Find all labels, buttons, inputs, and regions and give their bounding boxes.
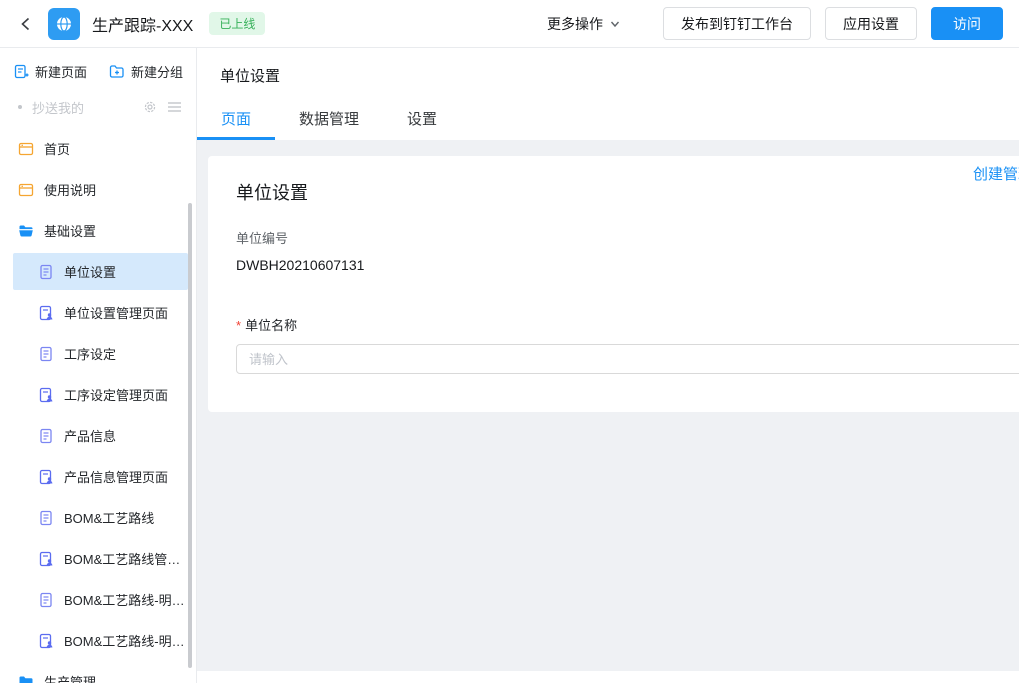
doc-icon (38, 510, 54, 526)
unit-code-value: DWBH20210607131 (236, 257, 365, 273)
gear-icon[interactable] (143, 100, 157, 114)
unit-name-input[interactable] (236, 344, 1019, 374)
doc-person-icon (38, 633, 54, 649)
page-orange-icon (18, 182, 34, 198)
app-header: 生产跟踪-XXX 已上线 更多操作 发布到钉钉工作台 应用设置 访问 (0, 0, 1019, 48)
sidebar-item-label: 产品信息管理页面 (64, 470, 169, 485)
sidebar-item-label: 产品信息 (64, 429, 117, 444)
sidebar-item[interactable]: 工序设定 (0, 333, 196, 374)
new-group-icon (109, 64, 124, 78)
create-manage-page-link[interactable]: 创建管理页面 (973, 163, 1019, 184)
sidebar-item[interactable]: BOM&工艺路线管理页面 (0, 538, 196, 579)
required-asterisk: * (236, 318, 242, 333)
doc-person-icon (38, 551, 54, 567)
tabs-row: 页面 数据管理 设置 (197, 96, 1019, 140)
sidebar-item[interactable]: 使用说明 (0, 169, 196, 210)
sidebar-item[interactable]: 产品信息管理页面 (0, 456, 196, 497)
menu-icon[interactable] (167, 101, 182, 113)
tab-data-management[interactable]: 数据管理 (275, 96, 383, 140)
sidebar-item[interactable]: 产品信息 (0, 415, 196, 456)
sidebar-item[interactable]: BOM&工艺路线-明细统计 (0, 579, 196, 620)
sidebar-item[interactable]: 基础设置 (0, 210, 196, 251)
status-badge: 已上线 (209, 12, 266, 35)
sidebar: 新建页面 新建分组 抄送我的 首页 使用说明 基础设置 单位设置 单位设置管理页… (0, 48, 197, 683)
sidebar-item-label: 单位设置管理页面 (64, 306, 169, 321)
more-actions-label: 更多操作 (547, 15, 603, 32)
sidebar-item-label: 基础设置 (44, 224, 97, 239)
content-area: 单位设置 单位编号 DWBH20210607131 * 单位名称 (197, 140, 1019, 671)
cc-me-label: 抄送我的 (32, 100, 85, 116)
sidebar-item[interactable]: 生产管理 (0, 661, 196, 683)
unit-code-label: 单位编号 (236, 231, 289, 246)
sidebar-item-label: BOM&工艺路线 (64, 511, 155, 526)
new-group-button[interactable]: 新建分组 (109, 62, 183, 81)
main-panel: 单位设置 页面 数据管理 设置 创建管理页面 单位设置 单位编号 DWBH202… (197, 48, 1019, 683)
form-card: 单位设置 单位编号 DWBH20210607131 * 单位名称 (208, 156, 1019, 412)
form-card-title: 单位设置 (236, 183, 308, 203)
sidebar-item-label: 工序设定管理页面 (64, 388, 169, 403)
folder-open-icon (18, 223, 34, 239)
sidebar-item-label: 生产管理 (44, 675, 97, 683)
cc-me-row[interactable]: 抄送我的 (0, 94, 196, 120)
sidebar-item-label: 工序设定 (64, 347, 117, 362)
unit-name-label: * 单位名称 (236, 318, 298, 333)
new-page-button[interactable]: 新建页面 (14, 62, 87, 81)
new-page-icon (14, 64, 29, 78)
sidebar-item[interactable]: 单位设置管理页面 (0, 292, 196, 333)
sidebar-item-label: BOM&工艺路线-明细统计 (64, 593, 192, 608)
app-logo (48, 7, 80, 40)
doc-icon (38, 346, 54, 362)
app-title: 生产跟踪-XXX (92, 17, 194, 35)
sidebar-item-label: 首页 (44, 142, 71, 157)
visit-button[interactable]: 访问 (931, 7, 1003, 40)
doc-icon (38, 592, 54, 608)
sidebar-item[interactable]: BOM&工艺路线 (0, 497, 196, 538)
sidebar-item[interactable]: 单位设置 (0, 251, 196, 292)
doc-person-icon (38, 305, 54, 321)
sidebar-item[interactable]: 首页 (0, 128, 196, 169)
folder-closed-icon (18, 674, 34, 683)
publish-to-dingtalk-button[interactable]: 发布到钉钉工作台 (663, 7, 811, 40)
more-actions-dropdown[interactable]: 更多操作 (547, 14, 621, 34)
new-group-label: 新建分组 (131, 64, 184, 80)
app-settings-button[interactable]: 应用设置 (825, 7, 917, 40)
sidebar-item-label: BOM&工艺路线-明细统... (64, 634, 192, 649)
globe-icon (57, 15, 71, 32)
doc-icon (38, 264, 54, 280)
sidebar-item-label: 使用说明 (44, 183, 97, 198)
sidebar-item[interactable]: 工序设定管理页面 (0, 374, 196, 415)
sidebar-item-label: BOM&工艺路线管理页面 (64, 552, 192, 567)
page-orange-icon (18, 141, 34, 157)
page-title: 单位设置 (220, 68, 281, 85)
doc-icon (38, 428, 54, 444)
dot-icon (18, 105, 22, 109)
chevron-left-icon (21, 17, 30, 30)
doc-person-icon (38, 387, 54, 403)
tab-settings[interactable]: 设置 (383, 96, 461, 140)
sidebar-item-label: 单位设置 (64, 265, 117, 280)
new-page-label: 新建页面 (35, 64, 88, 80)
tab-page[interactable]: 页面 (197, 96, 276, 140)
doc-person-icon (38, 469, 54, 485)
sidebar-nav-list: 首页使用说明基础设置单位设置单位设置管理页面 工序设定工序设定管理页面 产品信息产品… (0, 128, 196, 683)
back-button[interactable] (12, 10, 40, 38)
chevron-down-icon (610, 21, 620, 27)
sidebar-item[interactable]: BOM&工艺路线-明细统... (0, 620, 196, 661)
